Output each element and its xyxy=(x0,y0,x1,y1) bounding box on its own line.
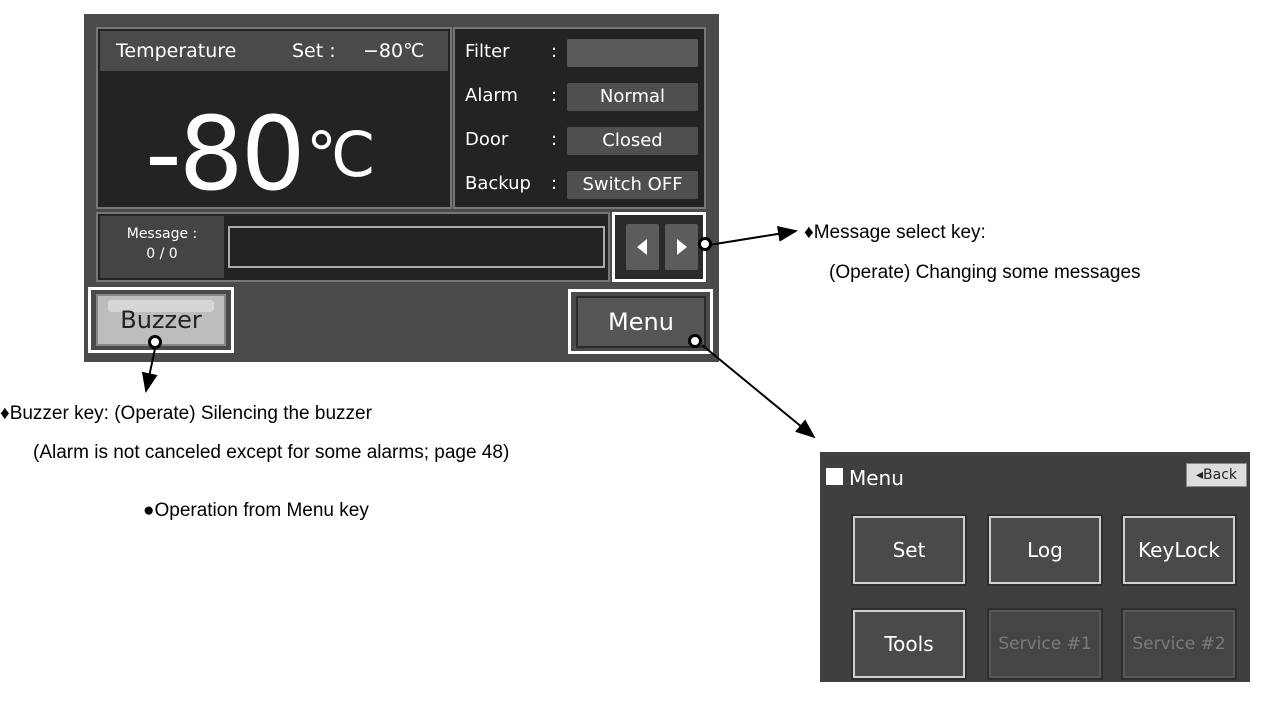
back-button[interactable]: ◂Back xyxy=(1186,463,1247,487)
square-icon xyxy=(826,468,843,485)
service-1-button: Service #1 xyxy=(989,610,1101,678)
menu-screen-title: Menu xyxy=(849,466,904,490)
buzzer-key-note-line2: (Alarm is not canceled except for some a… xyxy=(33,442,510,463)
service-2-button: Service #2 xyxy=(1123,610,1235,678)
menu-key-callout-dot xyxy=(688,334,702,348)
buzzer-key-callout-line xyxy=(141,343,158,393)
operation-note: ●Operation from Menu key xyxy=(143,500,369,521)
message-key-note-title: ♦Message select key: xyxy=(804,222,986,243)
log-button[interactable]: Log xyxy=(989,516,1101,584)
keylock-button[interactable]: KeyLock xyxy=(1123,516,1235,584)
tools-button[interactable]: Tools xyxy=(853,610,965,678)
message-key-note-desc: (Operate) Changing some messages xyxy=(829,262,1141,283)
message-key-callout-line xyxy=(708,225,798,246)
set-button[interactable]: Set xyxy=(853,516,965,584)
buzzer-key-callout-dot xyxy=(148,335,162,349)
menu-key-callout-line xyxy=(701,344,816,439)
message-key-callout-dot xyxy=(698,237,712,251)
buzzer-key-note-line1: ♦Buzzer key: (Operate) Silencing the buz… xyxy=(0,403,372,424)
